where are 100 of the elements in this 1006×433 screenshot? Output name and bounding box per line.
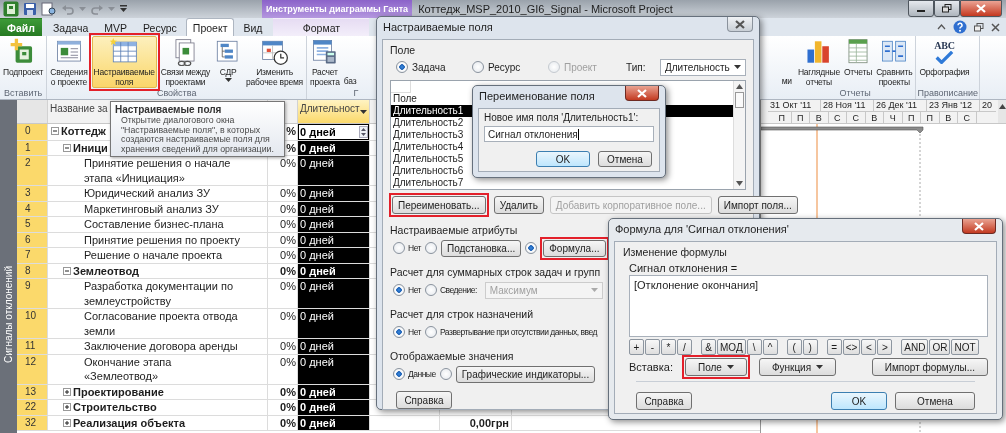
operator-button[interactable]: МОД — [717, 339, 746, 355]
operator-button[interactable]: * — [661, 339, 676, 355]
close-button[interactable] — [962, 219, 996, 234]
radio-button[interactable] — [393, 284, 405, 296]
radio-button[interactable] — [393, 242, 405, 254]
radio-button[interactable] — [425, 242, 437, 254]
dialog-button[interactable]: Отмена — [895, 392, 975, 410]
list-item[interactable]: Длительность5 — [391, 153, 464, 165]
radio-button[interactable] — [425, 284, 437, 296]
ribbon-tab[interactable]: Проект — [185, 18, 235, 36]
type-dropdown[interactable]: Длительность — [660, 58, 746, 76]
operator-button[interactable]: OR — [929, 339, 951, 355]
scroll-thumb[interactable] — [735, 92, 744, 108]
list-item[interactable]: Длительность2 — [391, 117, 464, 129]
ribbon-button[interactable]: СДР — [212, 36, 245, 88]
radio-button[interactable] — [396, 61, 408, 73]
expand-icon[interactable] — [63, 387, 71, 396]
ribbon-button[interactable]: ABC Орфография — [917, 36, 972, 88]
operator-button[interactable]: - — [645, 339, 660, 355]
operator-button[interactable]: \ — [746, 339, 762, 355]
ribbon-tab[interactable]: Файл — [0, 18, 42, 36]
dialog-button[interactable]: Отмена — [598, 151, 652, 167]
ribbon-button[interactable]: Сравнить проекты — [874, 36, 915, 88]
operator-button[interactable]: ) — [802, 339, 818, 355]
column-header[interactable]: Длительност — [298, 100, 370, 123]
dialog-button[interactable]: Переименовать... — [392, 196, 486, 214]
ribbon-tab[interactable]: MVP — [97, 18, 134, 36]
spinner-icon[interactable] — [359, 125, 368, 138]
close-button[interactable] — [625, 86, 659, 101]
dialog-button[interactable]: Импорт формулы... — [871, 358, 988, 376]
scrollbar[interactable] — [733, 81, 745, 189]
operator-button[interactable]: ^ — [762, 339, 778, 355]
restore-icon[interactable] — [974, 22, 984, 32]
dialog-button[interactable]: Функция — [758, 358, 837, 376]
ribbon-tab[interactable]: Формат — [273, 18, 370, 36]
ribbon-tab[interactable]: Ресурс — [136, 18, 184, 36]
dialog-button[interactable]: Графические индикаторы... — [455, 365, 596, 383]
dialog-button[interactable]: Поле — [684, 358, 747, 376]
app-icon[interactable] — [3, 1, 19, 17]
customize-icon[interactable] — [119, 5, 128, 13]
ribbon-tab[interactable]: Вид — [236, 18, 270, 36]
operator-button[interactable]: ( — [786, 339, 802, 355]
radio-button[interactable] — [525, 242, 538, 254]
radio-button[interactable] — [472, 61, 484, 73]
preview-icon[interactable] — [41, 2, 57, 16]
collapse-icon[interactable] — [63, 266, 71, 275]
save-icon[interactable] — [23, 2, 37, 16]
list-item[interactable]: Длительность6 — [391, 165, 464, 177]
row-number: 2 — [17, 156, 48, 185]
dialog-button[interactable]: Подстановка... — [441, 239, 522, 257]
dialog-button[interactable]: Справка — [396, 391, 452, 409]
timescale-label: 26 Дек '11 — [874, 100, 927, 112]
ribbon-button[interactable]: Настраиваемые поля — [91, 36, 157, 88]
formula-field[interactable]: [Отклонение окончания] — [629, 275, 988, 337]
duration-field[interactable]: 0 дней — [299, 125, 368, 139]
dialog-button[interactable]: Импорт поля... — [717, 196, 798, 214]
minimize-button[interactable] — [908, 0, 934, 17]
operator-button[interactable]: & — [701, 339, 716, 355]
ribbon-button[interactable]: Расчет проекта — [308, 36, 342, 88]
operator-button[interactable]: NOT — [951, 339, 979, 355]
operator-button[interactable]: < — [861, 339, 877, 355]
view-bar[interactable]: Сигналы отклонений — [0, 100, 17, 433]
collapse-icon[interactable] — [63, 143, 71, 152]
expand-icon[interactable] — [63, 403, 71, 411]
scroll-up-icon[interactable] — [999, 104, 1006, 109]
list-item[interactable]: Длительность3 — [391, 129, 464, 141]
close-button[interactable] — [960, 0, 1002, 17]
operator-button[interactable]: / — [677, 339, 692, 355]
radio-button[interactable] — [439, 368, 452, 380]
ribbon-button[interactable]: баз — [341, 36, 359, 88]
radio-button[interactable] — [425, 326, 437, 338]
ribbon-tab[interactable]: Задача — [46, 18, 96, 36]
restore-button[interactable] — [934, 0, 960, 17]
dialog-button[interactable]: Удалить — [493, 196, 544, 214]
dialog-button[interactable]: OK — [536, 151, 590, 167]
operator-button[interactable]: = — [826, 339, 842, 355]
help-icon[interactable] — [953, 20, 967, 34]
operator-button[interactable]: > — [877, 339, 893, 355]
ribbon-button[interactable]: Подпроект — [1, 36, 46, 88]
operator-button[interactable]: <> — [842, 339, 861, 355]
dialog-button[interactable]: OK — [831, 392, 887, 410]
radio-button[interactable] — [393, 326, 405, 338]
collapse-icon[interactable] — [51, 127, 59, 135]
dialog-button[interactable]: Справка — [636, 392, 692, 410]
ribbon-button[interactable]: Изменить рабочее время — [244, 36, 305, 88]
list-item[interactable]: Длительность7 — [391, 177, 464, 189]
dialog-button[interactable]: Формула... — [543, 239, 606, 257]
operator-button[interactable]: + — [629, 339, 644, 355]
collapse-ribbon-icon[interactable] — [937, 24, 946, 30]
ribbon-button[interactable]: Наглядные отчеты — [795, 36, 842, 88]
ribbon-button[interactable]: ми — [779, 36, 794, 88]
name-field[interactable]: Сигнал отклонения — [484, 126, 654, 142]
ribbon-button[interactable]: Связи между проектами — [158, 36, 213, 88]
radio-button[interactable] — [393, 368, 405, 380]
list-item[interactable]: Длительность4 — [391, 141, 464, 153]
expand-icon[interactable] — [63, 418, 71, 427]
ribbon-button[interactable]: Отчеты — [841, 36, 875, 88]
ribbon-button[interactable]: Сведения о проекте — [48, 36, 90, 88]
operator-button[interactable]: AND — [901, 339, 929, 355]
close-icon[interactable] — [991, 22, 1000, 32]
